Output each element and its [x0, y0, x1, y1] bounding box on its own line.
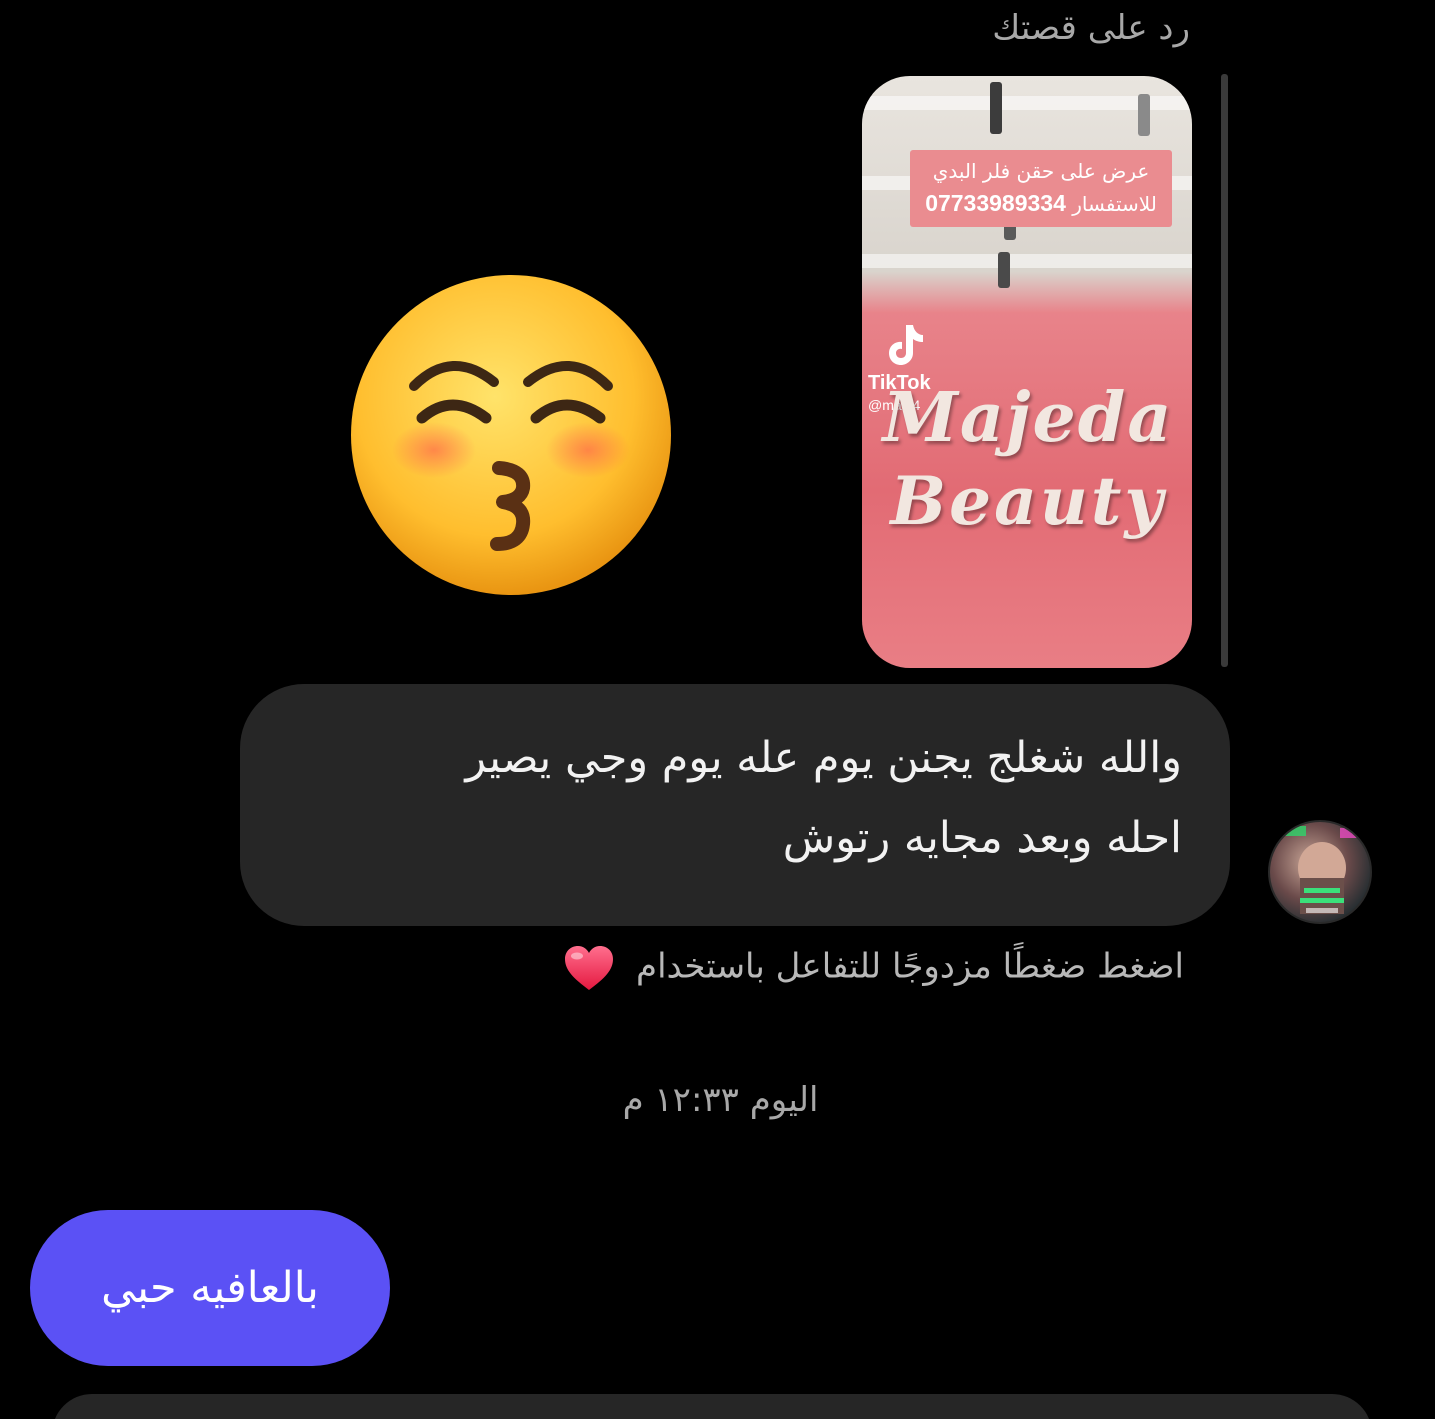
story-caption: عرض على حقن فلر البدي للاستفسار 07733989…	[910, 150, 1172, 227]
brand-name-line2: Beauty	[890, 462, 1166, 540]
incoming-message-line2: احله وبعد مجايه رتوش	[782, 813, 1182, 863]
double-tap-hint-text: اضغط ضغطًا مزدوجًا للتفاعل باستخدام	[636, 946, 1184, 987]
double-tap-hint: اضغط ضغطًا مزدوجًا للتفاعل باستخدام	[563, 944, 1184, 992]
story-caption-offer: عرض على حقن فلر البدي	[932, 159, 1150, 183]
story-caption-phone: 07733989334	[925, 190, 1066, 216]
incoming-message-bubble[interactable]: والله شغلج يجنن يوم عله يوم وجي يصير احل…	[240, 684, 1230, 926]
story-caption-inquiry: للاستفسار	[1072, 192, 1157, 216]
message-timestamp: اليوم ١٢:٣٣ م	[622, 1080, 819, 1120]
avatar-photo	[1284, 826, 1362, 914]
outgoing-message-text: بالعافيه حبي	[101, 1263, 319, 1313]
message-composer[interactable]	[52, 1394, 1372, 1419]
kissing-face-emoji	[351, 275, 671, 595]
tiktok-icon	[889, 325, 923, 365]
story-preview[interactable]: عرض على حقن فلر البدي للاستفسار 07733989…	[862, 76, 1192, 668]
reply-to-story-label: رد على قصتك	[992, 8, 1190, 48]
heart-icon	[565, 946, 614, 990]
reply-quote-bar	[1221, 74, 1228, 667]
incoming-message-line1: والله شغلج يجنن يوم عله يوم وجي يصير	[465, 733, 1182, 783]
chat-screen: رد على قصتك عرض على حقن فلر البدي للاستف…	[0, 0, 1435, 1419]
brand-name-line1: Majeda	[882, 378, 1174, 458]
sender-avatar[interactable]	[1268, 820, 1372, 924]
outgoing-message-bubble[interactable]: بالعافيه حبي	[30, 1210, 390, 1366]
